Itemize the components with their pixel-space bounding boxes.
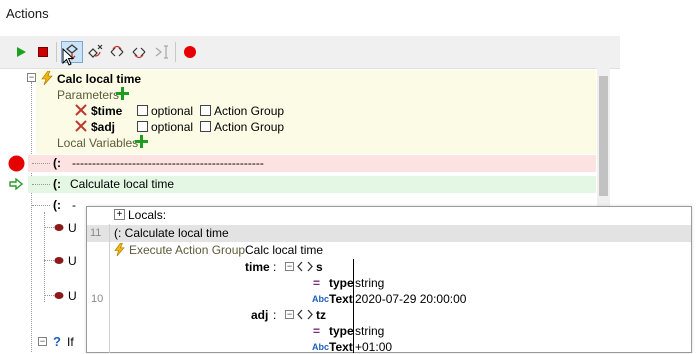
text-node-icon: Abc: [312, 342, 330, 352]
text-label: Text: [329, 340, 353, 354]
optional-checkbox[interactable]: optional: [137, 104, 193, 118]
add-local-variable-icon[interactable]: [135, 135, 148, 148]
text-label: Text: [329, 292, 353, 306]
execute-label: Execute Action Group: [129, 243, 246, 257]
parameter-name[interactable]: $adj: [91, 120, 115, 134]
partial-text: U: [68, 254, 77, 268]
panel-title: Actions: [6, 6, 49, 21]
element-name: tz: [316, 308, 326, 322]
locals-header: [87, 207, 691, 224]
line-number: 11: [90, 227, 102, 239]
action-arrow-icon: [54, 257, 64, 264]
lightning-icon: [41, 71, 53, 85]
local-variables-label: Local Variables: [57, 136, 139, 150]
execute-value: Calc local time: [245, 243, 324, 257]
cursor-step-icon: [155, 45, 168, 59]
run-to-cursor-button[interactable]: [151, 41, 173, 63]
element-icon: [297, 309, 313, 320]
toolbar-separator: [175, 42, 176, 62]
collapse-toggle-icon[interactable]: −: [27, 73, 36, 82]
optional-label: optional: [151, 104, 194, 118]
step-back-icon: [132, 47, 146, 59]
delete-parameter-icon[interactable]: [75, 104, 87, 116]
var-name: time: [245, 260, 270, 274]
action-group-label: Action Group: [214, 104, 285, 118]
partial-text: If: [67, 335, 74, 349]
element-icon: [297, 261, 313, 272]
comment-dashes[interactable]: ----------------------------------------…: [72, 156, 264, 170]
locals-label: Locals:: [128, 208, 167, 222]
checkbox-box[interactable]: [200, 105, 211, 116]
checkbox-box[interactable]: [200, 121, 211, 132]
tree-connector: [32, 184, 50, 185]
text-value: +01:00: [355, 340, 393, 354]
tree-line: [31, 82, 32, 352]
collapse-toggle-icon[interactable]: −: [285, 262, 294, 271]
scrollbar-thumb[interactable]: [599, 76, 608, 196]
checkbox-box[interactable]: [137, 105, 148, 116]
expand-locals-icon[interactable]: +: [114, 209, 125, 220]
step-out-button[interactable]: [84, 41, 106, 63]
run-button[interactable]: [10, 41, 32, 63]
optional-label: optional: [151, 120, 194, 134]
parameter-name[interactable]: $time: [91, 104, 122, 118]
collapse-toggle-icon[interactable]: −: [285, 310, 294, 319]
mouse-cursor-icon: [62, 48, 75, 66]
line-number-column: [87, 224, 110, 353]
breakpoint-button[interactable]: [179, 41, 201, 63]
text-value: 2020-07-29 20:00:00: [355, 292, 467, 306]
var-sep: :: [273, 308, 277, 322]
selected-row-text: (: Calculate local time: [114, 226, 229, 240]
tree-line: [44, 212, 45, 302]
delete-parameter-icon[interactable]: [75, 120, 87, 132]
partial-text: U: [68, 289, 77, 303]
breakpoint-icon: [184, 46, 196, 58]
breakpoint-marker-icon[interactable]: [8, 155, 25, 172]
action-group-checkbox[interactable]: Action Group: [200, 120, 284, 134]
var-sep: :: [273, 260, 277, 274]
step-over-icon: [110, 45, 124, 57]
action-group-label: Action Group: [214, 120, 285, 134]
comment-prefix: (:: [53, 198, 61, 212]
value-divider: [353, 259, 354, 353]
lightning-icon: [114, 243, 125, 256]
parameters-label: Parameters: [57, 88, 120, 102]
current-comment-text[interactable]: Calculate local time: [70, 177, 174, 191]
checkbox-box[interactable]: [137, 121, 148, 132]
play-icon: [17, 47, 26, 57]
attribute-name: type: [329, 324, 354, 338]
comment-prefix: (:: [53, 156, 61, 170]
tree-connector: [32, 205, 50, 206]
partial-text: U: [68, 221, 77, 235]
attribute-value: string: [355, 324, 385, 338]
attribute-icon: =: [313, 276, 321, 290]
add-parameter-icon[interactable]: [116, 87, 129, 100]
current-line-arrow-icon: [9, 178, 23, 190]
toolbar-separator: [56, 42, 57, 62]
toolbar: [0, 36, 620, 68]
comment-partial: -: [72, 198, 76, 212]
step-back-button[interactable]: [128, 41, 150, 63]
var-name: adj: [251, 308, 269, 322]
line-number: 10: [91, 293, 104, 305]
action-group-name[interactable]: Calc local time: [57, 72, 141, 86]
action-group-checkbox[interactable]: Action Group: [200, 104, 284, 118]
text-node-icon: Abc: [312, 294, 330, 304]
attribute-value: string: [355, 276, 385, 290]
collapse-toggle-icon[interactable]: −: [38, 337, 47, 346]
stop-button[interactable]: [32, 41, 54, 63]
tree-connector: [32, 163, 50, 164]
comment-prefix: (:: [53, 177, 61, 191]
stop-icon: [38, 47, 48, 57]
question-icon: ?: [53, 334, 61, 349]
action-arrow-icon: [54, 292, 64, 299]
step-out-icon: [88, 44, 103, 58]
element-name: s: [316, 260, 323, 274]
attribute-icon: =: [313, 324, 321, 338]
optional-checkbox[interactable]: optional: [137, 120, 193, 134]
step-over-button[interactable]: [106, 41, 128, 63]
action-arrow-icon: [54, 224, 64, 231]
attribute-name: type: [329, 276, 354, 290]
